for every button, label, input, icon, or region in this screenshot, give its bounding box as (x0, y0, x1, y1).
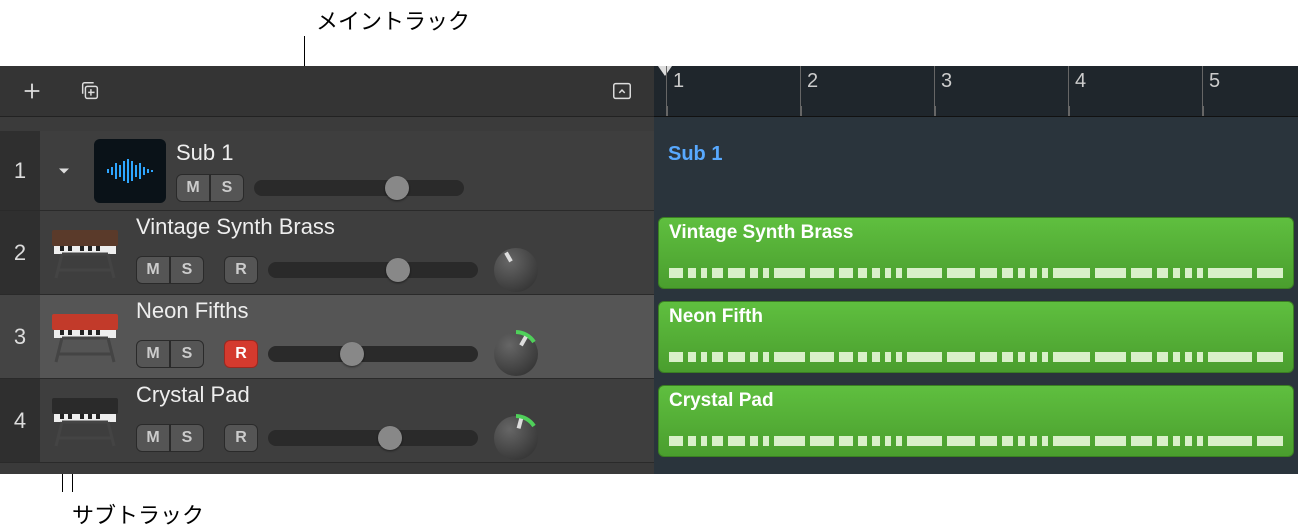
collapse-button[interactable] (602, 74, 642, 108)
midi-region[interactable]: Crystal Pad (658, 385, 1294, 457)
mute-button[interactable]: M (176, 174, 210, 202)
disclosure-triangle[interactable] (50, 157, 78, 185)
keyboard-instrument-icon (48, 392, 124, 450)
pan-arc-icon (490, 328, 542, 380)
keyboard-instrument-icon (48, 308, 124, 366)
region-name-label: Neon Fifth (669, 306, 1283, 328)
sub-track-row[interactable]: 4 Crystal Pad M S R (0, 379, 654, 463)
track-name-label: Sub 1 (176, 140, 646, 166)
volume-slider[interactable] (254, 180, 464, 196)
record-enable-button[interactable]: R (224, 424, 258, 452)
sub-track-row[interactable]: 3 Neon Fifths M S R (0, 295, 654, 379)
track-name-label: Crystal Pad (136, 382, 646, 408)
ruler-tick: 1 (666, 66, 684, 116)
region-name-label: Vintage Synth Brass (669, 222, 1283, 244)
track-name-label: Neon Fifths (136, 298, 646, 324)
solo-button[interactable]: S (170, 424, 204, 452)
track-number: 2 (0, 211, 40, 294)
volume-slider[interactable] (268, 346, 478, 362)
annotation-sub-track: サブトラック (72, 498, 204, 530)
add-track-button[interactable] (12, 74, 52, 108)
midi-region[interactable]: Neon Fifth (658, 301, 1294, 373)
annotation-main-track: メイントラック (316, 4, 470, 36)
duplicate-icon (79, 80, 101, 102)
solo-button[interactable]: S (170, 340, 204, 368)
midi-notes-preview (669, 252, 1283, 278)
track-list-panel: 1 Sub 1 M S (0, 66, 654, 474)
pan-knob[interactable] (494, 416, 538, 460)
midi-region[interactable]: Vintage Synth Brass (658, 217, 1294, 289)
track-number: 1 (0, 131, 40, 210)
track-spacer (0, 117, 654, 131)
track-icon-audio[interactable] (94, 139, 166, 203)
track-number: 4 (0, 379, 40, 462)
volume-slider[interactable] (268, 262, 478, 278)
mute-button[interactable]: M (136, 424, 170, 452)
keyboard-instrument-icon (48, 224, 124, 282)
solo-button[interactable]: S (210, 174, 244, 202)
midi-notes-preview (669, 420, 1283, 446)
region-name-label: Crystal Pad (669, 390, 1283, 412)
track-number: 3 (0, 295, 40, 378)
track-name-label: Vintage Synth Brass (136, 214, 646, 240)
region-lane[interactable]: Vintage Synth Brass (654, 211, 1298, 295)
chevron-down-icon (54, 161, 74, 181)
time-ruler[interactable]: 1 2 3 4 5 (654, 66, 1298, 117)
ruler-tick: 2 (800, 66, 818, 116)
arrange-area[interactable]: 1 2 3 4 5 Sub 1 Vintage Synth Brass Neon Fif… (654, 66, 1298, 474)
ruler-tick: 3 (934, 66, 952, 116)
region-lane[interactable]: Neon Fifth (654, 295, 1298, 379)
duplicate-track-button[interactable] (70, 74, 110, 108)
pan-knob[interactable] (494, 248, 538, 292)
region-name-label: Sub 1 (668, 143, 722, 166)
mute-button[interactable]: M (136, 256, 170, 284)
sub-track-row[interactable]: 2 Vintage Synth Brass M S R (0, 211, 654, 295)
track-instrument-icon[interactable] (46, 221, 126, 285)
pan-arc-icon (490, 412, 542, 464)
main-track-row[interactable]: 1 Sub 1 M S (0, 131, 654, 211)
collapse-icon (610, 80, 634, 102)
midi-notes-preview (669, 336, 1283, 362)
mute-button[interactable]: M (136, 340, 170, 368)
track-list-toolbar (0, 66, 654, 117)
region-lane-main[interactable]: Sub 1 (654, 117, 1298, 211)
region-lane[interactable]: Crystal Pad (654, 379, 1298, 463)
ruler-tick: 5 (1202, 66, 1220, 116)
waveform-icon (104, 157, 156, 185)
plus-icon (21, 80, 43, 102)
ruler-tick: 4 (1068, 66, 1086, 116)
volume-slider[interactable] (268, 430, 478, 446)
record-enable-button[interactable]: R (224, 256, 258, 284)
track-instrument-icon[interactable] (46, 305, 126, 369)
daw-window: 1 Sub 1 M S (0, 66, 1298, 474)
pan-knob[interactable] (494, 332, 538, 376)
track-instrument-icon[interactable] (46, 389, 126, 453)
record-enable-button[interactable]: R (224, 340, 258, 368)
solo-button[interactable]: S (170, 256, 204, 284)
